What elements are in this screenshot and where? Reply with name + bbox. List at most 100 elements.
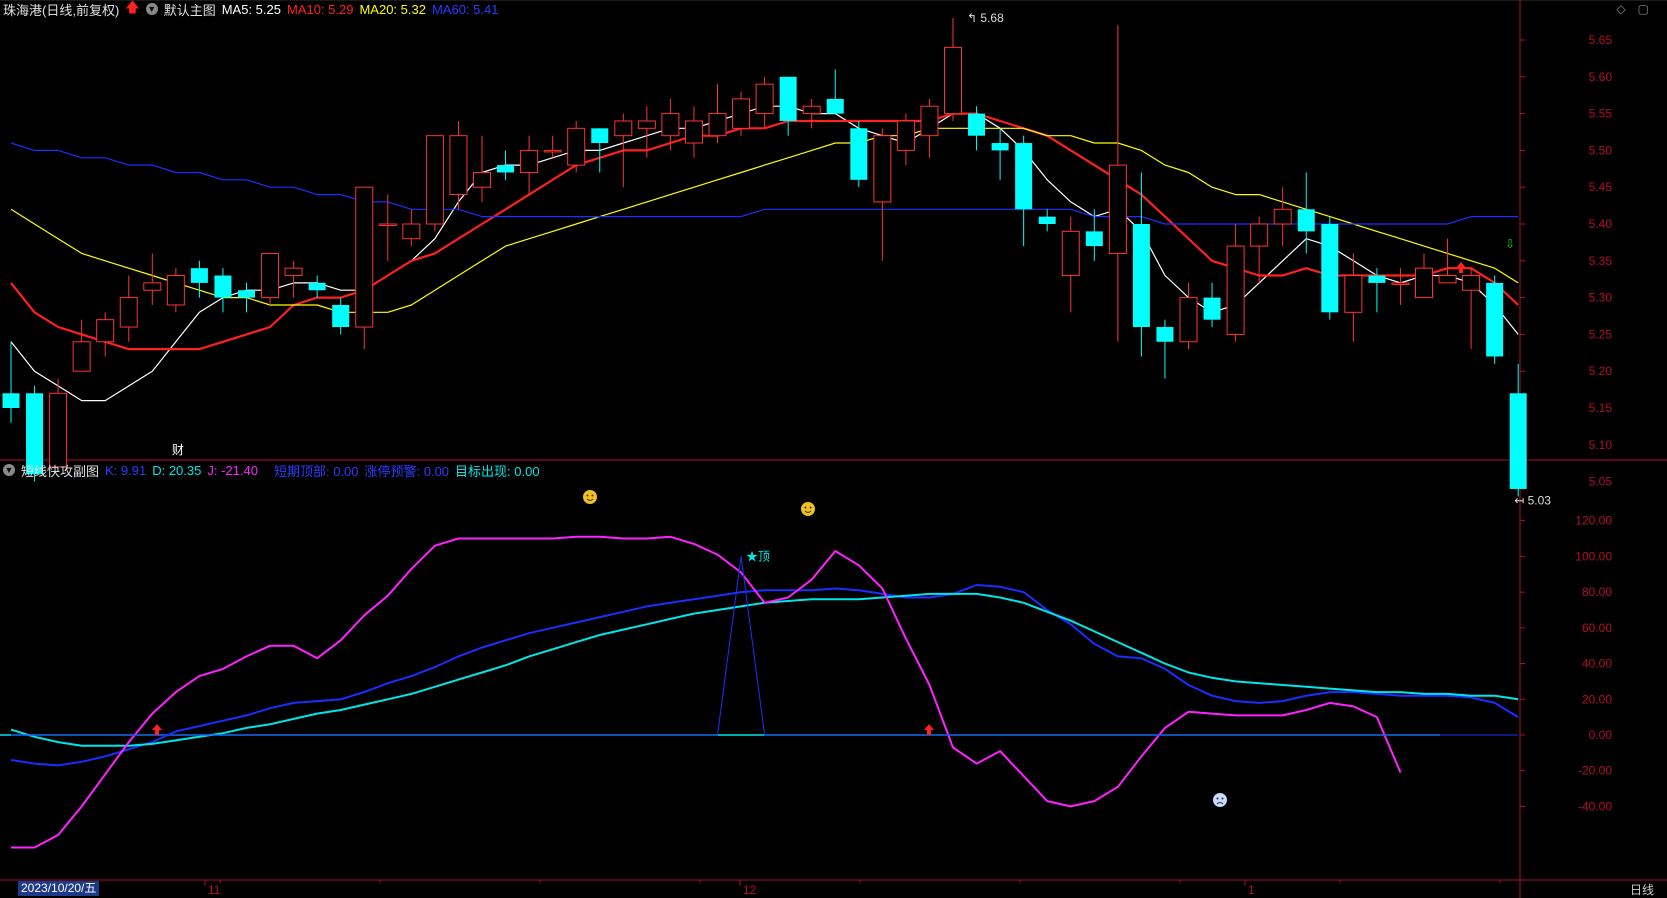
candle-body [708,113,727,137]
ma10-line [10,112,1519,351]
chevron-down-icon[interactable]: ▼ [3,464,15,476]
buy-arrow-icon [1456,262,1466,273]
candle-body [1509,393,1527,489]
candle-body [1038,216,1056,224]
candle-body [1015,143,1033,210]
candle-body [991,143,1009,151]
d-value: D: 20.35 [152,462,202,478]
candle-body [520,149,539,173]
y-tick-label: 5.25 [1589,327,1613,341]
candle-body [332,304,350,328]
y-tick-label: -20.00 [1578,764,1612,778]
k-value: K: 9.91 [105,462,147,478]
ma60-value: MA60: 5.41 [431,1,499,17]
low-price-label: ↤ 5.03 [1514,493,1551,507]
main-legend: 珠海港(日线,前复权) 🡅 ▼ 默认主图 MA5: 5.25 MA10: 5.2… [0,0,498,18]
candle-body [355,186,374,328]
candle-body [637,120,656,129]
sad-face-icon-eye [1221,797,1224,800]
k-line [10,584,1519,767]
target-value: 目标出现: 0.00 [455,463,540,479]
limit-up-value: 涨停预警: 0.00 [364,463,450,479]
y-tick-label: 0.00 [1589,728,1613,742]
diamond-icon[interactable]: ◇ [1616,2,1625,16]
candle-body [1321,224,1339,313]
finance-marker: 财 [172,443,184,457]
y-tick-label: 5.35 [1589,254,1613,268]
smiley-icon [801,502,815,516]
restore-icon[interactable]: ▢ [1638,2,1649,16]
candle-body [238,290,255,298]
stock-title[interactable]: 珠海港(日线,前复权) [3,0,119,19]
ma60-line [10,142,1519,225]
candle-body [190,268,208,283]
window-controls: ◇ ▢ [1616,2,1649,16]
candle-body [1203,297,1221,320]
ma20-line [10,127,1519,313]
y-tick-label: 5.30 [1589,291,1613,305]
high-price-label: ↰ 5.68 [967,11,1004,25]
candle-body [119,297,138,328]
candle-body [1462,275,1481,291]
x-tick-label: 1 [1248,883,1255,897]
y-tick-label: 80.00 [1582,585,1612,599]
smiley-icon-eye [586,494,589,497]
y-tick-label: 5.15 [1589,401,1613,415]
candle-body [968,113,986,136]
indicator-name[interactable]: 短线快攻副图 [21,461,99,480]
candle-body [661,113,680,137]
candle-body [543,149,562,153]
candle-body [214,275,232,298]
chevron-down-icon[interactable]: ▼ [145,3,158,15]
top-signal-label: ★顶 [746,549,770,563]
candle-body [779,76,797,121]
candle-body [944,46,962,115]
candle-body [96,319,115,343]
candle-body [614,120,633,137]
candle-body [1344,275,1363,313]
candle-body [261,252,280,299]
ma5-value: MA5: 5.25 [221,1,281,17]
candle-body [473,171,491,188]
y-tick-label: 5.10 [1589,438,1613,452]
y-tick-label: 5.50 [1589,143,1613,157]
y-tick-label: -40.00 [1578,799,1612,813]
y-tick-label: 40.00 [1582,657,1612,671]
candle-body [497,165,515,173]
smiley-icon-eye [591,494,594,497]
candle-body [896,120,915,151]
candle-body [1297,209,1315,232]
candle-body [826,98,844,114]
candle-body [143,282,162,291]
d-line [10,592,1519,747]
candle-body [850,128,868,180]
candle-body [1273,208,1292,225]
ma10-value: MA10: 5.29 [286,1,354,17]
smiley-icon [583,490,597,504]
chart-name[interactable]: 默认主图 [164,0,216,19]
y-tick-label: 5.60 [1589,70,1613,84]
y-tick-label: 5.05 [1589,475,1613,489]
candle-body [920,105,939,137]
j-line [11,535,1402,849]
candle-body [873,135,892,203]
sad-face-icon [1213,793,1227,807]
candle-body [1368,275,1386,283]
candle-body [1486,282,1504,357]
y-tick-label: 60.00 [1582,621,1612,635]
y-tick-label: 5.65 [1589,33,1613,47]
candle-body [1061,230,1080,277]
sad-face-icon-eye [1216,797,1219,800]
candle-body [449,135,468,196]
chart-canvas[interactable]: 11 12 1 5.65 5.60 5.55 5.50 5.45 5.40 5.35 5.30 5.2… [0,0,1667,898]
candle-body [591,128,609,144]
smiley-icon-eye [804,506,807,509]
period-label[interactable]: 日线 [1630,881,1654,898]
candle-body [1085,231,1103,247]
x-tick-label: 12 [743,883,757,897]
date-cursor-label: 2023/10/20/五 [18,881,100,896]
candle-body [284,267,303,277]
candle-body [308,282,326,291]
candle-body [1179,297,1198,343]
ma20-value: MA20: 5.32 [359,1,426,17]
